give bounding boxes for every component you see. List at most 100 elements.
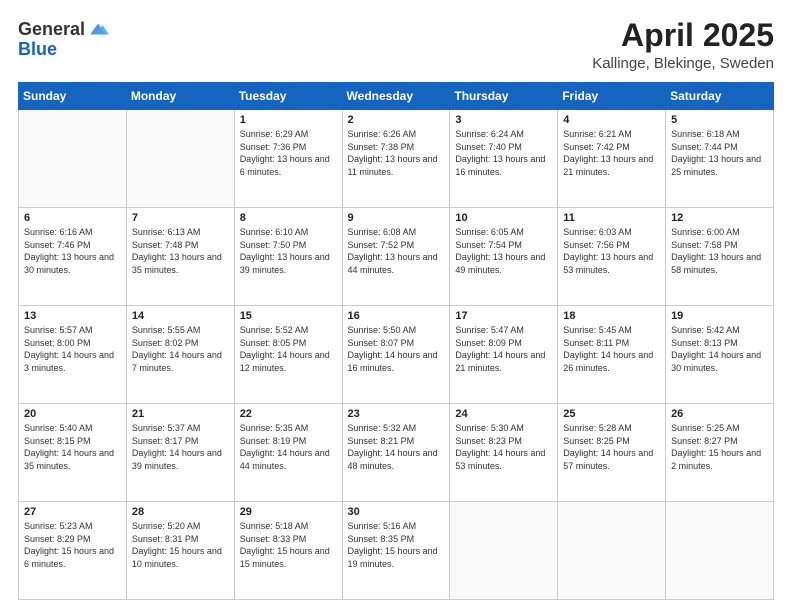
day-number: 27 [24,506,121,518]
day-number: 1 [240,114,337,126]
day-info: Sunrise: 6:00 AMSunset: 7:58 PMDaylight:… [671,226,768,276]
calendar-cell [19,110,127,208]
day-number: 13 [24,310,121,322]
day-info: Sunrise: 6:26 AMSunset: 7:38 PMDaylight:… [348,128,445,178]
calendar-week-3: 13 Sunrise: 5:57 AMSunset: 8:00 PMDayligh… [19,306,774,404]
day-number: 6 [24,212,121,224]
day-info: Sunrise: 5:57 AMSunset: 8:00 PMDaylight:… [24,324,121,374]
day-number: 4 [563,114,660,126]
calendar-cell: 8 Sunrise: 6:10 AMSunset: 7:50 PMDaylight… [234,208,342,306]
day-number: 18 [563,310,660,322]
calendar-location: Kallinge, Blekinge, Sweden [592,55,774,72]
header: General Blue April 2025 Kallinge, Blekin… [18,18,774,72]
header-monday: Monday [126,83,234,110]
calendar-cell: 26Sunrise: 5:25 AMSunset: 8:27 PMDayligh… [666,404,774,502]
day-info: Sunrise: 5:37 AMSunset: 8:17 PMDaylight:… [132,422,229,472]
day-info: Sunrise: 5:55 AMSunset: 8:02 PMDaylight:… [132,324,229,374]
day-info: Sunrise: 5:45 AMSunset: 8:11 PMDaylight:… [563,324,660,374]
calendar-cell: 21 Sunrise: 5:37 AMSunset: 8:17 PMDayligh… [126,404,234,502]
day-info: Sunrise: 5:18 AMSunset: 8:33 PMDaylight:… [240,520,337,570]
day-info: Sunrise: 5:23 AMSunset: 8:29 PMDaylight:… [24,520,121,570]
calendar-week-2: 6 Sunrise: 6:16 AMSunset: 7:46 PMDaylight… [19,208,774,306]
logo-icon [87,18,109,40]
title-block: April 2025 Kallinge, Blekinge, Sweden [592,18,774,72]
calendar-cell: 16Sunrise: 5:50 AMSunset: 8:07 PMDayligh… [342,306,450,404]
day-number: 5 [671,114,768,126]
calendar-cell [666,502,774,600]
calendar-cell: 19 Sunrise: 5:42 AMSunset: 8:13 PMDayligh… [666,306,774,404]
calendar-cell: 5 Sunrise: 6:18 AMSunset: 7:44 PMDaylight… [666,110,774,208]
header-wednesday: Wednesday [342,83,450,110]
day-number: 19 [671,310,768,322]
day-info: Sunrise: 6:18 AMSunset: 7:44 PMDaylight:… [671,128,768,178]
calendar-cell: 18 Sunrise: 5:45 AMSunset: 8:11 PMDayligh… [558,306,666,404]
calendar-cell: 24 Sunrise: 5:30 AMSunset: 8:23 PMDayligh… [450,404,558,502]
day-number: 15 [240,310,337,322]
day-number: 8 [240,212,337,224]
calendar-cell: 29 Sunrise: 5:18 AMSunset: 8:33 PMDayligh… [234,502,342,600]
calendar-cell: 25 Sunrise: 5:28 AMSunset: 8:25 PMDayligh… [558,404,666,502]
day-info: Sunrise: 6:03 AMSunset: 7:56 PMDaylight:… [563,226,660,276]
day-number: 22 [240,408,337,420]
day-number: 9 [348,212,445,224]
calendar-cell: 14 Sunrise: 5:55 AMSunset: 8:02 PMDayligh… [126,306,234,404]
day-number: 2 [348,114,445,126]
calendar-cell: 15Sunrise: 5:52 AMSunset: 8:05 PMDayligh… [234,306,342,404]
day-info: Sunrise: 6:10 AMSunset: 7:50 PMDaylight:… [240,226,337,276]
calendar-cell: 2 Sunrise: 6:26 AMSunset: 7:38 PMDaylight… [342,110,450,208]
day-info: Sunrise: 5:16 AMSunset: 8:35 PMDaylight:… [348,520,445,570]
calendar-cell: 7Sunrise: 6:13 AMSunset: 7:48 PMDaylight… [126,208,234,306]
logo-general: General [18,20,85,38]
day-number: 25 [563,408,660,420]
calendar-cell: 6 Sunrise: 6:16 AMSunset: 7:46 PMDaylight… [19,208,127,306]
logo: General Blue [18,18,109,60]
day-info: Sunrise: 5:47 AMSunset: 8:09 PMDaylight:… [455,324,552,374]
header-tuesday: Tuesday [234,83,342,110]
day-number: 29 [240,506,337,518]
day-info: Sunrise: 6:05 AMSunset: 7:54 PMDaylight:… [455,226,552,276]
calendar-table: Sunday Monday Tuesday Wednesday Thursday… [18,82,774,600]
day-number: 14 [132,310,229,322]
calendar-cell [126,110,234,208]
day-info: Sunrise: 5:20 AMSunset: 8:31 PMDaylight:… [132,520,229,570]
day-number: 17 [455,310,552,322]
calendar-week-5: 27 Sunrise: 5:23 AMSunset: 8:29 PMDayligh… [19,502,774,600]
header-thursday: Thursday [450,83,558,110]
header-sunday: Sunday [19,83,127,110]
calendar-cell: 27 Sunrise: 5:23 AMSunset: 8:29 PMDayligh… [19,502,127,600]
calendar-cell: 1Sunrise: 6:29 AMSunset: 7:36 PMDaylight… [234,110,342,208]
calendar-cell: 4 Sunrise: 6:21 AMSunset: 7:42 PMDaylight… [558,110,666,208]
calendar-cell: 28Sunrise: 5:20 AMSunset: 8:31 PMDayligh… [126,502,234,600]
header-saturday: Saturday [666,83,774,110]
calendar-cell [558,502,666,600]
calendar-cell: 20Sunrise: 5:40 AMSunset: 8:15 PMDayligh… [19,404,127,502]
day-info: Sunrise: 6:24 AMSunset: 7:40 PMDaylight:… [455,128,552,178]
day-info: Sunrise: 6:13 AMSunset: 7:48 PMDaylight:… [132,226,229,276]
day-number: 10 [455,212,552,224]
day-info: Sunrise: 5:40 AMSunset: 8:15 PMDaylight:… [24,422,121,472]
day-number: 3 [455,114,552,126]
calendar-cell: 10 Sunrise: 6:05 AMSunset: 7:54 PMDayligh… [450,208,558,306]
day-number: 30 [348,506,445,518]
day-number: 23 [348,408,445,420]
page: General Blue April 2025 Kallinge, Blekin… [0,0,792,612]
calendar-cell: 13 Sunrise: 5:57 AMSunset: 8:00 PMDayligh… [19,306,127,404]
calendar-cell: 17 Sunrise: 5:47 AMSunset: 8:09 PMDayligh… [450,306,558,404]
calendar-cell: 3 Sunrise: 6:24 AMSunset: 7:40 PMDaylight… [450,110,558,208]
calendar-cell: 30 Sunrise: 5:16 AMSunset: 8:35 PMDayligh… [342,502,450,600]
day-info: Sunrise: 5:28 AMSunset: 8:25 PMDaylight:… [563,422,660,472]
day-number: 21 [132,408,229,420]
day-number: 24 [455,408,552,420]
day-info: Sunrise: 5:32 AMSunset: 8:21 PMDaylight:… [348,422,445,472]
calendar-cell: 11Sunrise: 6:03 AMSunset: 7:56 PMDayligh… [558,208,666,306]
day-number: 12 [671,212,768,224]
calendar-title: April 2025 [592,18,774,53]
weekday-header-row: Sunday Monday Tuesday Wednesday Thursday… [19,83,774,110]
day-info: Sunrise: 6:16 AMSunset: 7:46 PMDaylight:… [24,226,121,276]
day-info: Sunrise: 6:08 AMSunset: 7:52 PMDaylight:… [348,226,445,276]
day-info: Sunrise: 5:30 AMSunset: 8:23 PMDaylight:… [455,422,552,472]
day-info: Sunrise: 5:42 AMSunset: 8:13 PMDaylight:… [671,324,768,374]
day-info: Sunrise: 5:50 AMSunset: 8:07 PMDaylight:… [348,324,445,374]
calendar-cell: 9 Sunrise: 6:08 AMSunset: 7:52 PMDaylight… [342,208,450,306]
day-info: Sunrise: 6:21 AMSunset: 7:42 PMDaylight:… [563,128,660,178]
